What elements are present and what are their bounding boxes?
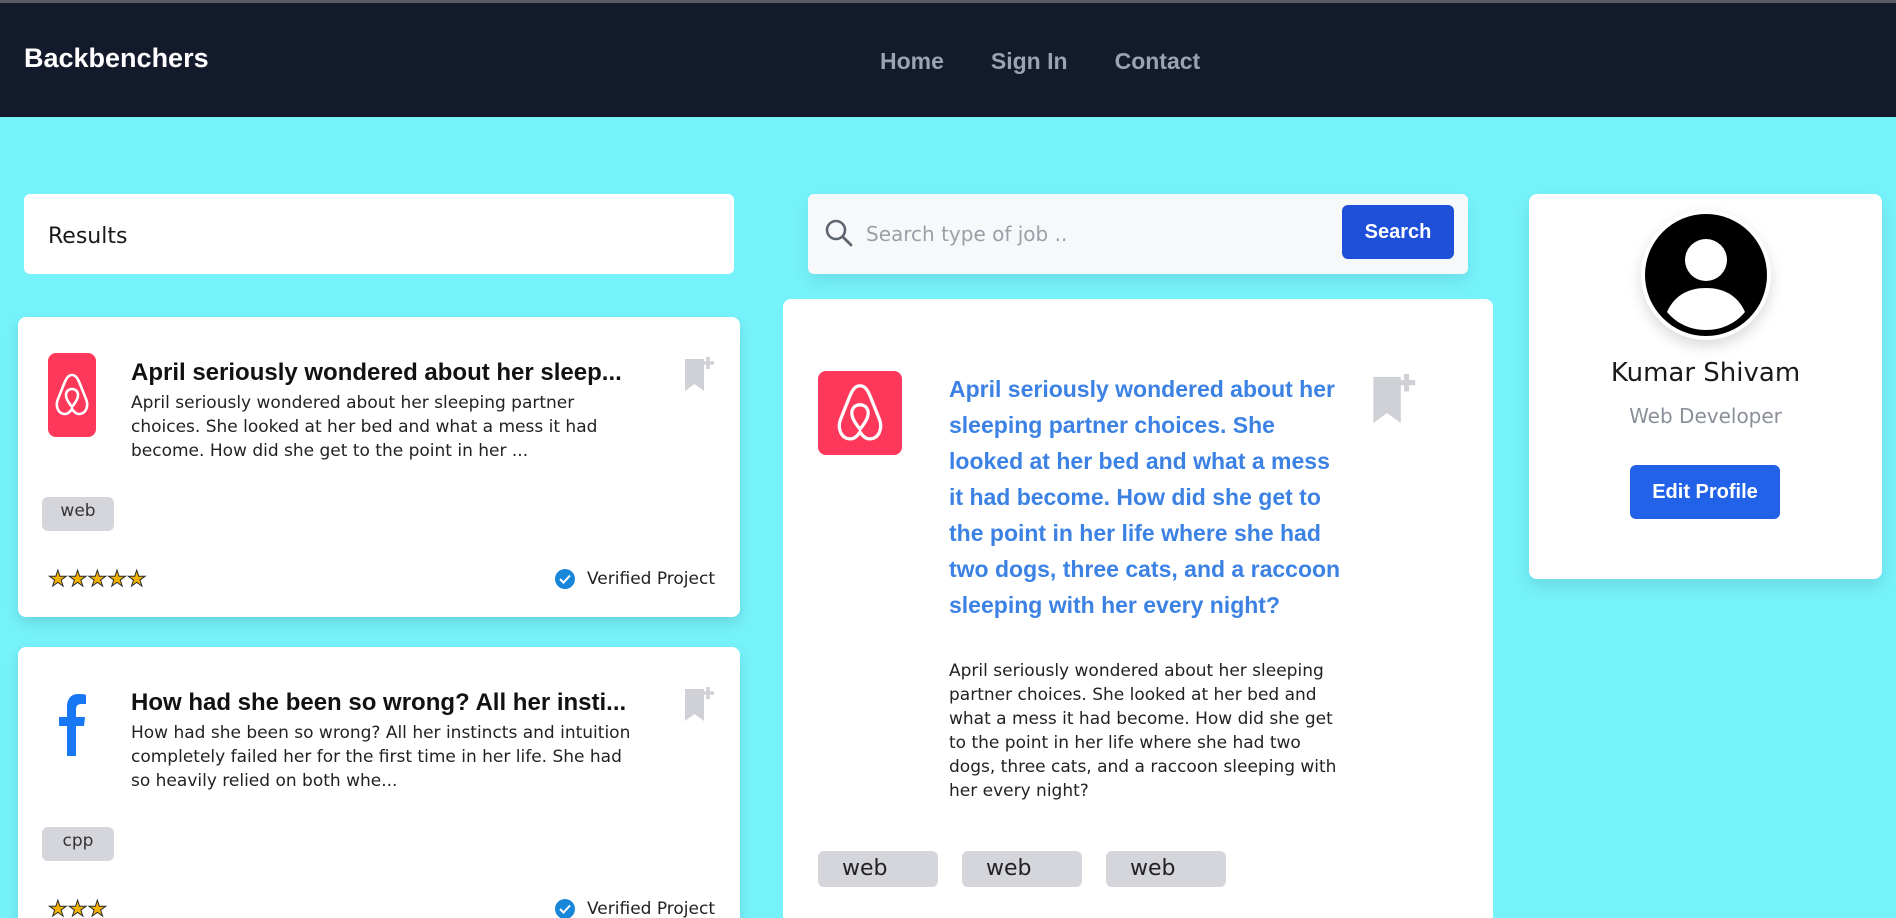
skill-tag: web [42,497,114,531]
job-card[interactable]: April seriously wondered about her sleep… [18,317,740,617]
results-label: Results [48,224,128,249]
airbnb-icon [48,353,96,437]
navbar: Backbenchers Home Sign In Contact [0,3,1896,117]
edit-profile-button[interactable]: Edit Profile [1630,465,1780,519]
verified-label: Verified Project [587,569,716,589]
results-header: Results [24,194,734,274]
verified-badge: Verified Project [555,899,715,918]
nav-links: Home Sign In Contact [880,48,1200,75]
profile-role: Web Developer [1629,404,1782,428]
card-description: April seriously wondered about her sleep… [131,393,598,461]
profile-name: Kumar Shivam [1610,358,1801,388]
star-rating: ★★★ [47,897,108,918]
verified-label: Verified Project [587,899,716,918]
card-title[interactable]: April seriously wondered about her sleep… [131,359,651,387]
detail-tags: web web web [818,851,1226,887]
skill-tag: web [818,851,938,887]
brand-logo[interactable]: Backbenchers [24,43,209,74]
search-bar: Search [808,194,1468,274]
verified-badge: Verified Project [555,569,715,589]
avatar[interactable] [1641,210,1771,340]
skill-tag: web [962,851,1082,887]
job-detail-panel: April seriously wondered about her sleep… [783,299,1493,918]
bookmark-add-icon[interactable] [1369,371,1421,433]
airbnb-icon [818,371,902,455]
job-card[interactable]: How had she been so wrong? All her insti… [18,647,740,918]
card-description: How had she been so wrong? All her insti… [131,723,631,791]
detail-description: April seriously wondered about her sleep… [949,661,1337,801]
profile-card: Kumar Shivam Web Developer Edit Profile [1529,194,1882,579]
bookmark-add-icon[interactable] [682,355,718,399]
facebook-icon [48,683,96,767]
skill-tag: web [1106,851,1226,887]
search-input[interactable] [866,212,1336,256]
card-title[interactable]: How had she been so wrong? All her insti… [131,689,651,717]
check-circle-icon [555,569,575,589]
user-avatar-icon [1645,214,1767,336]
nav-contact-link[interactable]: Contact [1115,48,1201,75]
check-circle-icon [555,899,575,918]
star-rating: ★★★★★ [48,567,148,593]
search-icon [824,218,854,252]
skill-tag: cpp [42,827,114,861]
search-button[interactable]: Search [1342,205,1454,259]
detail-title: April seriously wondered about her sleep… [949,376,1341,618]
nav-home-link[interactable]: Home [880,48,944,75]
bookmark-add-icon[interactable] [682,685,718,729]
nav-signin-link[interactable]: Sign In [991,48,1068,75]
